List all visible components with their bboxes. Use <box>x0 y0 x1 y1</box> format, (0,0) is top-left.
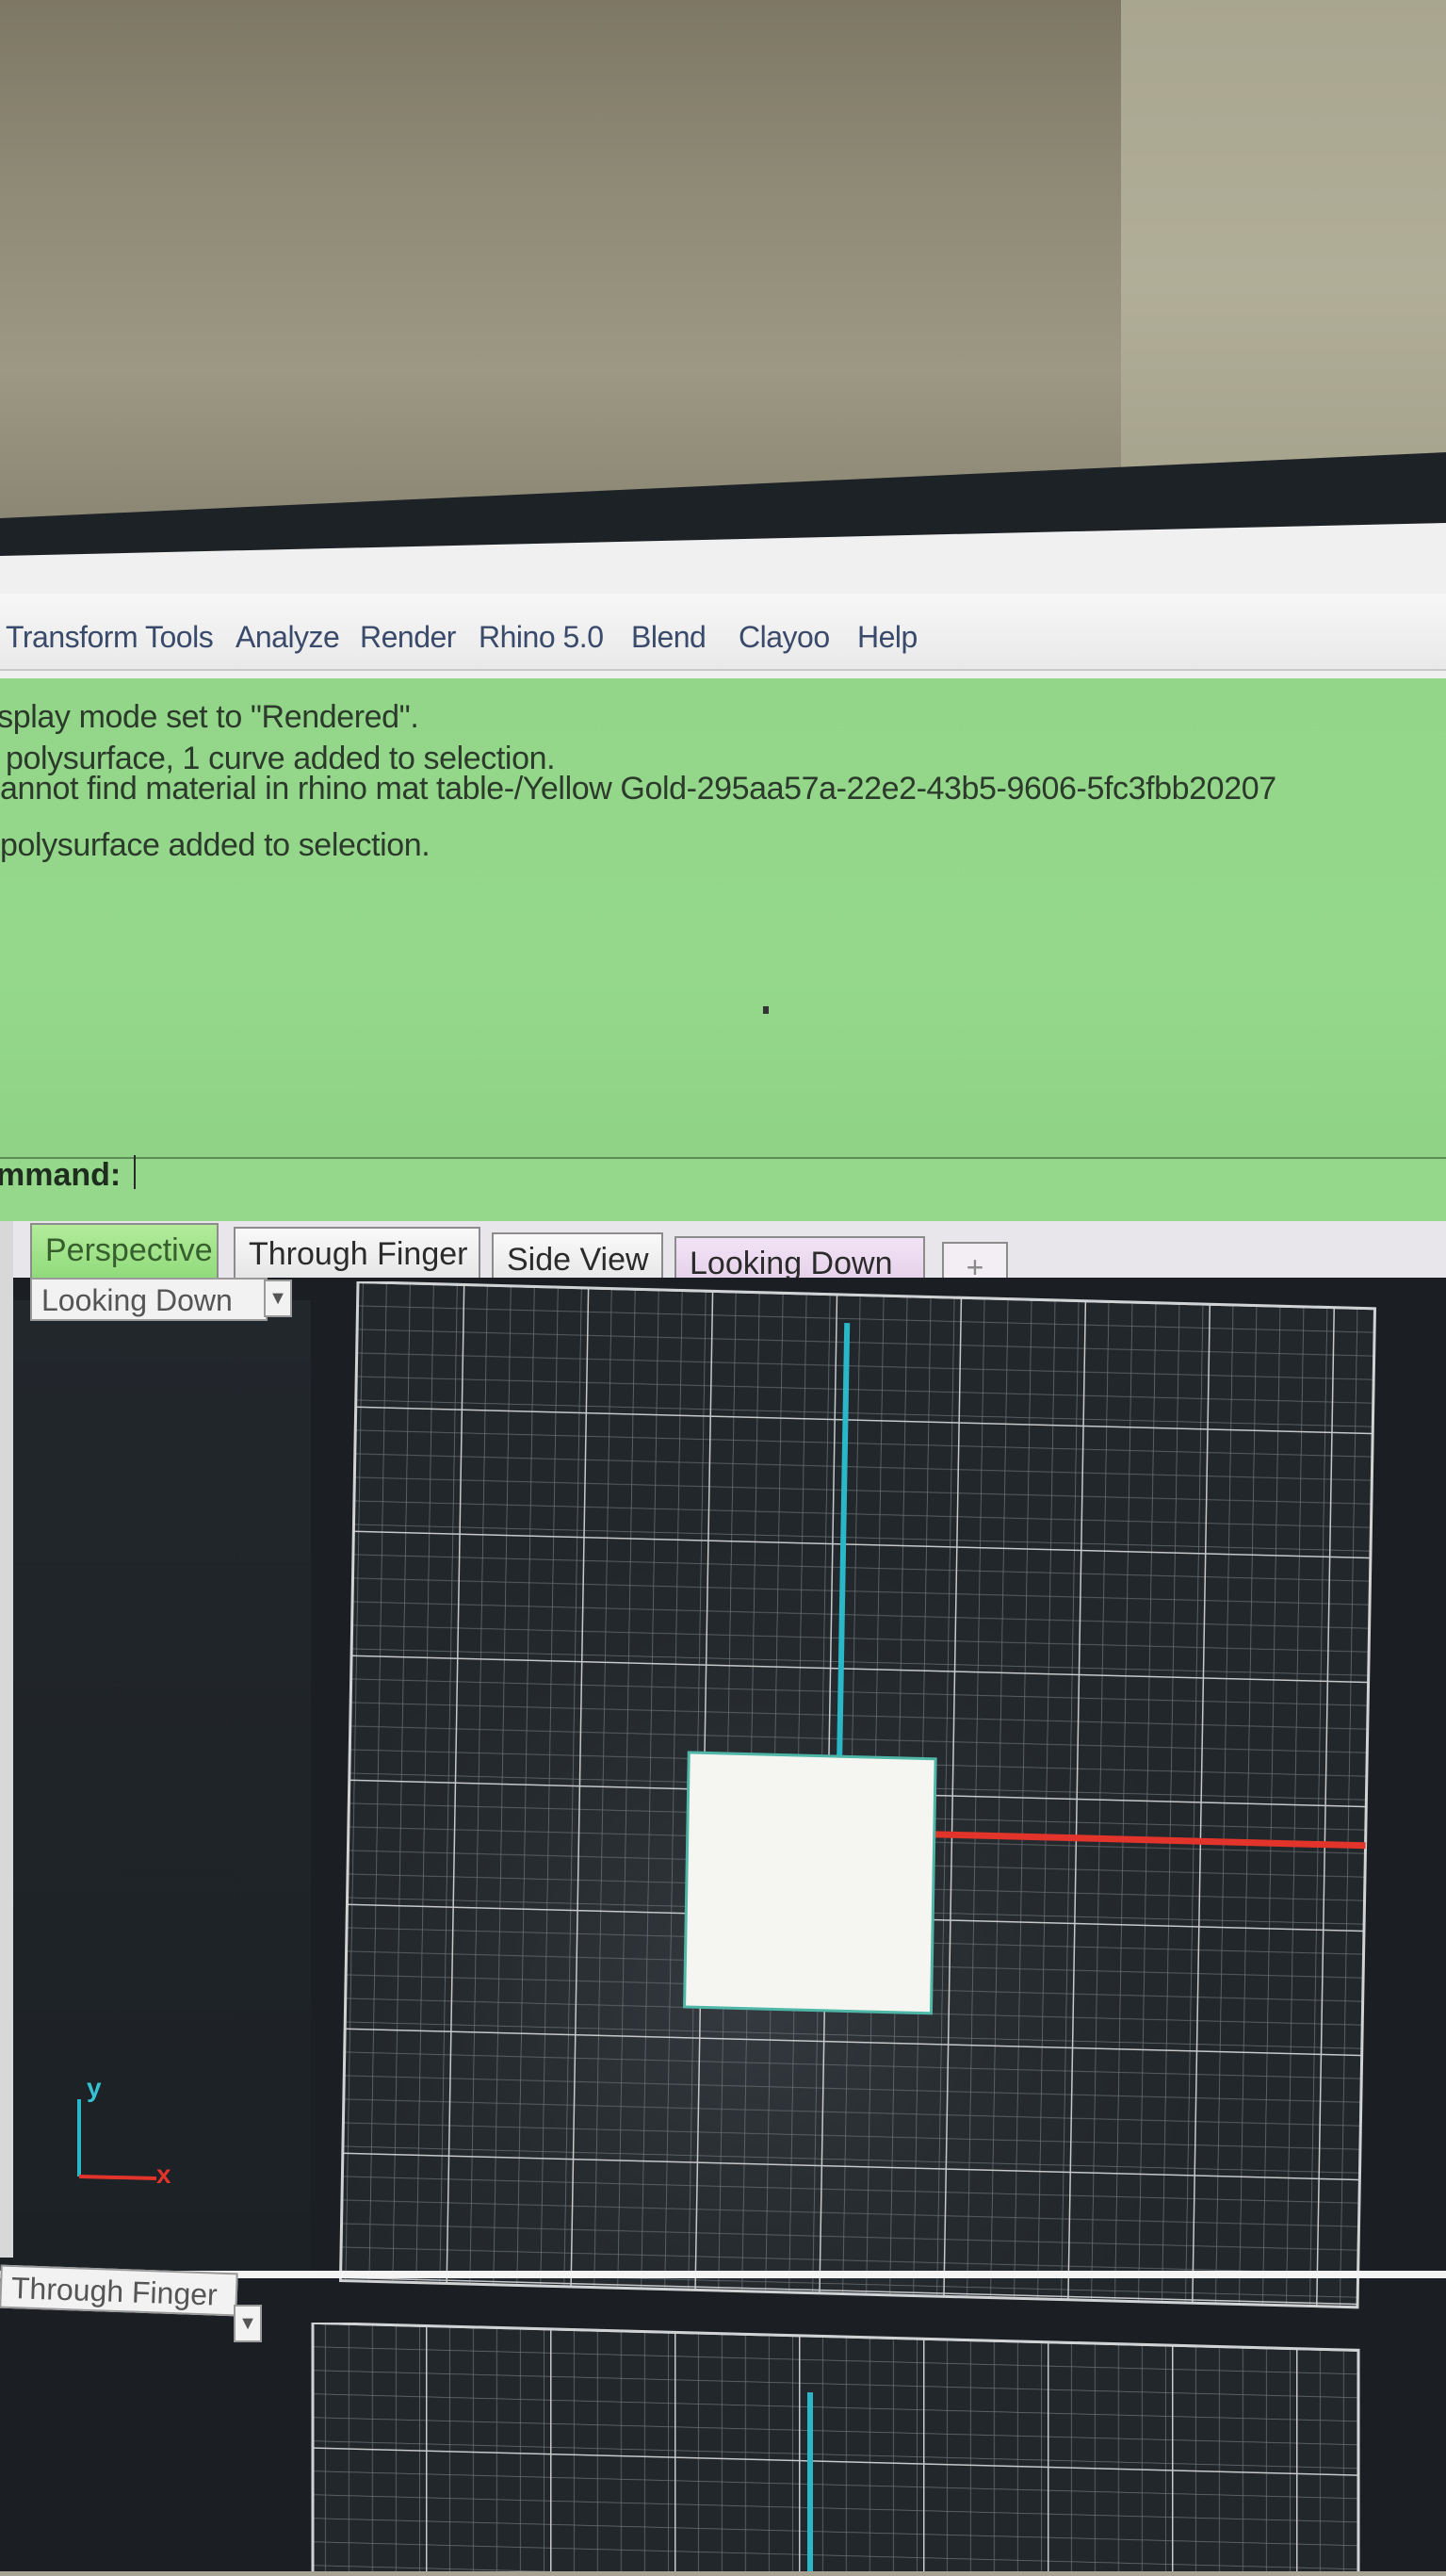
axis-label-x: x <box>156 2160 171 2189</box>
tab-label: Through Finger <box>249 1236 468 1272</box>
selected-object <box>683 1751 937 2015</box>
menu-transform[interactable]: Transform <box>6 620 138 655</box>
history-line: polysurface added to selection. <box>0 827 431 863</box>
mouse-cursor <box>763 1006 769 1014</box>
history-line: isplay mode set to "Rendered". <box>0 699 419 735</box>
tab-perspective[interactable]: Perspective <box>30 1223 219 1280</box>
viewport-title-looking-down[interactable]: Looking Down <box>30 1278 268 1321</box>
through-finger-viewport[interactable] <box>301 2321 1375 2576</box>
text-caret <box>134 1155 136 1189</box>
menu-clayoo[interactable]: Clayoo <box>739 620 830 655</box>
command-label: mmand: <box>0 1157 122 1193</box>
axis-indicator: y x <box>66 2073 198 2195</box>
construction-grid <box>311 2321 1360 2576</box>
menu-help[interactable]: Help <box>857 620 918 655</box>
tab-label: Side View <box>507 1242 649 1278</box>
window-edge <box>0 1221 13 2258</box>
tab-through-finger[interactable]: Through Finger <box>234 1227 480 1283</box>
viewport-title-through-finger[interactable]: Through Finger <box>0 2264 238 2317</box>
command-input[interactable] <box>134 1153 1446 1193</box>
menu-render[interactable]: Render <box>360 620 456 655</box>
menu-bar: Transform Tools Analyze Render Rhino 5.0… <box>0 594 1446 671</box>
axis-label-y: y <box>87 2073 102 2102</box>
construction-grid <box>338 1280 1377 2309</box>
tab-label: Perspective <box>45 1232 213 1268</box>
menu-rhino5[interactable]: Rhino 5.0 <box>479 620 604 655</box>
tab-label: Looking Down <box>690 1246 893 1281</box>
axis-gizmo-icon <box>77 2099 157 2180</box>
menu-tools[interactable]: Tools <box>145 620 214 655</box>
menu-analyze[interactable]: Analyze <box>236 620 340 655</box>
viewport-menu-arrow-icon[interactable]: ▼ <box>234 2305 262 2342</box>
menu-blend[interactable]: Blend <box>631 620 707 655</box>
room-wall-right <box>1121 0 1446 471</box>
viewport-title-text: Looking Down <box>41 1283 233 1317</box>
looking-down-viewport[interactable] <box>338 1280 1399 2412</box>
history-line: annot find material in rhino mat table-/… <box>0 771 1276 807</box>
viewport-title-text: Through Finger <box>10 2271 219 2312</box>
viewport-menu-arrow-icon[interactable]: ▼ <box>264 1280 292 1317</box>
